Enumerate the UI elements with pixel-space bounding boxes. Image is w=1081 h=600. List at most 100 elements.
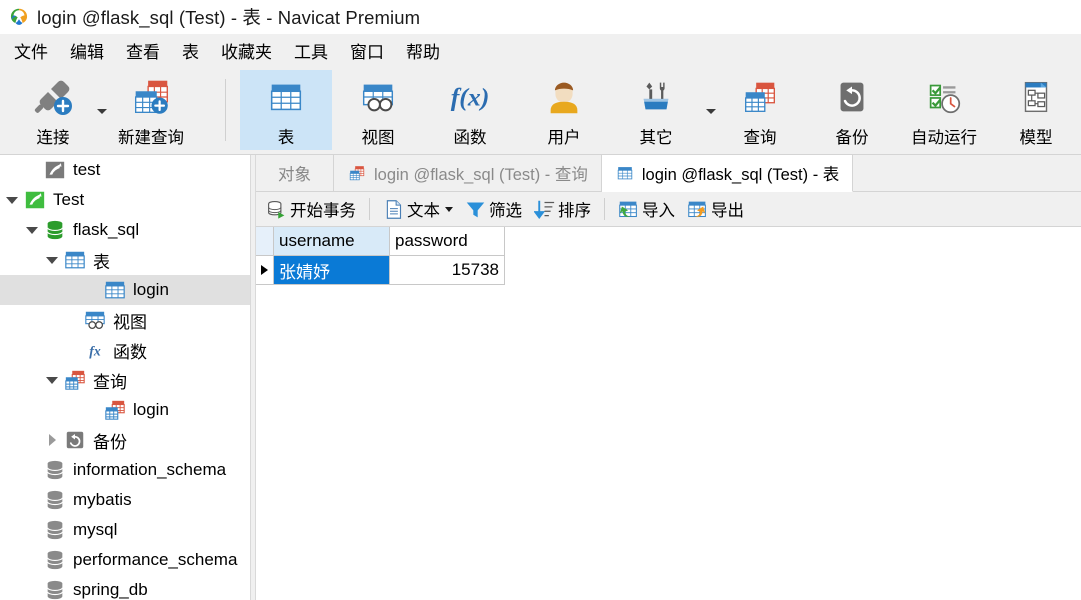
- object-tree-sidebar[interactable]: test Test flask_sql 表 login 视图 fx 函数 查询 login 备份 in…: [0, 155, 250, 600]
- table-icon: [617, 167, 633, 180]
- tree-item-tables[interactable]: 表: [0, 245, 250, 275]
- other-tools-icon: [628, 72, 684, 122]
- import-icon: [618, 199, 639, 220]
- ribbon-table[interactable]: 表: [240, 70, 332, 150]
- tree-item-functions[interactable]: fx 函数: [0, 335, 250, 365]
- automation-icon: [916, 72, 972, 122]
- connection-green-icon: [24, 189, 46, 211]
- menu-view[interactable]: 查看: [115, 36, 171, 65]
- tree-item-label: mybatis: [73, 490, 132, 509]
- tree-twisty-empty: [20, 575, 44, 600]
- tab-login-table[interactable]: login @flask_sql (Test) - 表: [601, 155, 854, 192]
- ribbon-query[interactable]: 查询: [714, 70, 806, 150]
- chevron-right-icon[interactable]: [40, 425, 64, 455]
- database-gray-icon: [44, 549, 66, 571]
- sort-button[interactable]: 排序: [528, 195, 597, 223]
- ribbon-automation[interactable]: 自动运行: [898, 70, 990, 150]
- ribbon-new-query[interactable]: 新建查询: [105, 70, 197, 150]
- tree-twisty-empty: [80, 395, 104, 425]
- menu-window[interactable]: 窗口: [339, 36, 395, 65]
- tree-item-label: Test: [53, 190, 85, 209]
- ribbon-other[interactable]: 其它: [610, 70, 702, 150]
- menu-help[interactable]: 帮助: [395, 36, 451, 65]
- menu-table[interactable]: 表: [171, 36, 210, 65]
- grid-header-gutter: [256, 227, 274, 256]
- table-icon: [64, 249, 86, 271]
- menu-favorites[interactable]: 收藏夹: [210, 36, 283, 65]
- tree-item-views[interactable]: 视图: [0, 305, 250, 335]
- menu-edit[interactable]: 编辑: [59, 36, 115, 65]
- grid-column-header-username[interactable]: username: [274, 227, 390, 256]
- user-icon: [536, 72, 592, 122]
- function-fx-icon: f(x): [442, 72, 498, 122]
- ribbon-view[interactable]: 视图: [332, 70, 424, 150]
- export-button[interactable]: 导出: [681, 195, 750, 223]
- row-gutter[interactable]: [256, 256, 274, 285]
- tree-item-label: 视图: [113, 312, 147, 332]
- ribbon-model-label: 模型: [1019, 129, 1053, 147]
- navicat-logo-icon: [10, 8, 28, 25]
- tree-item-label: login: [133, 280, 169, 299]
- grid-cell-password[interactable]: 15738: [390, 256, 505, 285]
- connection-gray-icon: [44, 159, 66, 181]
- chevron-right-glyph: [48, 434, 56, 446]
- menu-file[interactable]: 文件: [3, 36, 59, 65]
- grid-column-header-password[interactable]: password: [390, 227, 505, 256]
- tree-item-spring-db[interactable]: spring_db: [0, 575, 250, 600]
- tab-login-query[interactable]: login @flask_sql (Test) - 查询: [334, 155, 602, 191]
- chevron-down-icon[interactable]: [40, 245, 64, 275]
- ribbon-function[interactable]: f(x) 函数: [424, 70, 516, 150]
- text-button[interactable]: 文本: [377, 195, 459, 223]
- chevron-down-icon[interactable]: [20, 215, 44, 245]
- view-icon: [84, 309, 106, 331]
- window-title: login @flask_sql (Test) - 表 - Navicat Pr…: [37, 7, 421, 28]
- table-icon: [258, 72, 314, 122]
- filter-button[interactable]: 筛选: [459, 195, 528, 223]
- ribbon-model[interactable]: 模型: [990, 70, 1081, 150]
- ribbon-backup[interactable]: 备份: [806, 70, 898, 150]
- sort-icon: [534, 199, 555, 220]
- tree-item-information-schema[interactable]: information_schema: [0, 455, 250, 485]
- begin-transaction-button[interactable]: 开始事务: [260, 195, 362, 223]
- grid-cell-username[interactable]: 张婧妤: [274, 256, 390, 285]
- grid-toolbar-separator-1: [369, 198, 370, 220]
- text-dropdown-caret-icon[interactable]: [445, 206, 453, 212]
- ribbon-separator-1: [225, 79, 226, 141]
- filter-label: 筛选: [489, 202, 522, 220]
- tree-item-mysql[interactable]: mysql: [0, 515, 250, 545]
- tree-item-login-table[interactable]: login: [0, 275, 250, 305]
- tree-item-Test[interactable]: Test: [0, 185, 250, 215]
- title-bar: login @flask_sql (Test) - 表 - Navicat Pr…: [0, 0, 1081, 34]
- tab-objects[interactable]: 对象: [256, 155, 334, 191]
- ribbon-other-label: 其它: [639, 129, 673, 147]
- chevron-down-icon[interactable]: [40, 365, 64, 395]
- tree-item-queries[interactable]: 查询: [0, 365, 250, 395]
- chevron-down-icon[interactable]: [0, 185, 24, 215]
- backup-icon: [64, 429, 86, 451]
- import-button[interactable]: 导入: [612, 195, 681, 223]
- chevron-down-glyph: [26, 226, 38, 234]
- menu-tools[interactable]: 工具: [283, 36, 339, 65]
- text-document-icon: [383, 199, 404, 220]
- view-icon: [350, 72, 406, 122]
- tree-item-test[interactable]: test: [0, 155, 250, 185]
- tree-item-flask-sql[interactable]: flask_sql: [0, 215, 250, 245]
- table-row[interactable]: 张婧妤 15738: [256, 256, 1081, 285]
- tree-twisty-empty: [20, 155, 44, 185]
- tree-item-label: login: [133, 400, 169, 419]
- tree-item-mybatis[interactable]: mybatis: [0, 485, 250, 515]
- ribbon-connection[interactable]: 连接: [7, 70, 99, 150]
- tree-item-label: flask_sql: [73, 220, 140, 239]
- ribbon-backup-label: 备份: [835, 129, 869, 147]
- grid-header-row: username password: [256, 227, 1081, 256]
- svg-text:fx: fx: [89, 344, 101, 359]
- backup-icon: [824, 72, 880, 122]
- data-grid[interactable]: username password 张婧妤 15738: [256, 227, 1081, 285]
- chevron-down-glyph: [46, 256, 58, 264]
- tree-item-backups[interactable]: 备份: [0, 425, 250, 455]
- ribbon-user[interactable]: 用户: [518, 70, 610, 150]
- begin-transaction-icon: [266, 199, 287, 220]
- tab-bar: 对象 login @flask_sql (Test) - 查询 login @f…: [256, 155, 1081, 192]
- tree-item-login-query[interactable]: login: [0, 395, 250, 425]
- tree-item-performance-schema[interactable]: performance_schema: [0, 545, 250, 575]
